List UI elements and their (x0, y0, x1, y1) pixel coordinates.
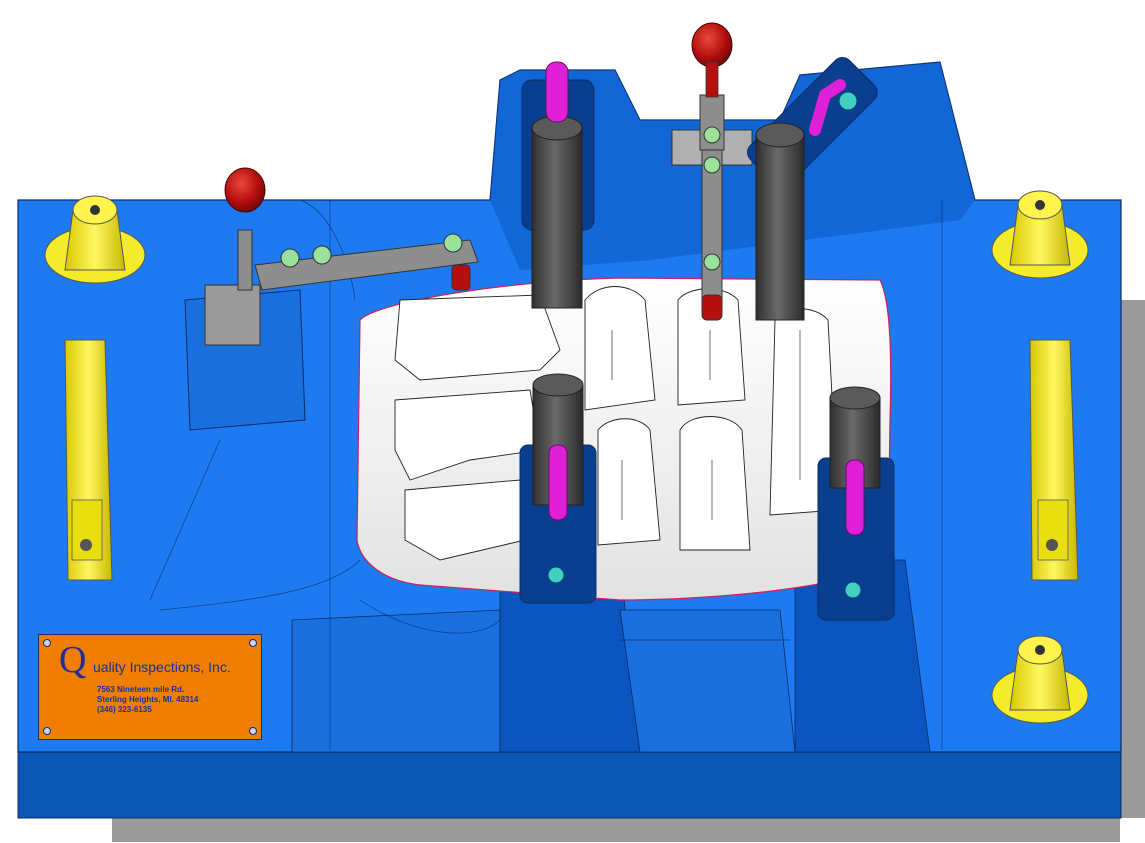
yellow-handle-left (64, 339, 113, 581)
inspected-part (356, 277, 892, 601)
yellow-handle-right (1029, 339, 1079, 581)
company-nameplate: Q uality Inspections, Inc. 7563 Nineteen… (38, 634, 262, 740)
address-line: Sterling Heights, MI. 48314 (97, 695, 199, 704)
screw-icon (43, 727, 51, 735)
company-logo-letter: Q (59, 639, 87, 681)
screw-icon (43, 639, 51, 647)
screw-icon (249, 639, 257, 647)
address-line: 7563 Nineteen mile Rd. (97, 685, 185, 694)
company-name: uality Inspections, Inc. (93, 659, 231, 675)
company-address: 7563 Nineteen mile Rd. Sterling Heights,… (97, 685, 198, 715)
address-line: (346) 323-6135 (97, 705, 152, 714)
screw-icon (249, 727, 257, 735)
